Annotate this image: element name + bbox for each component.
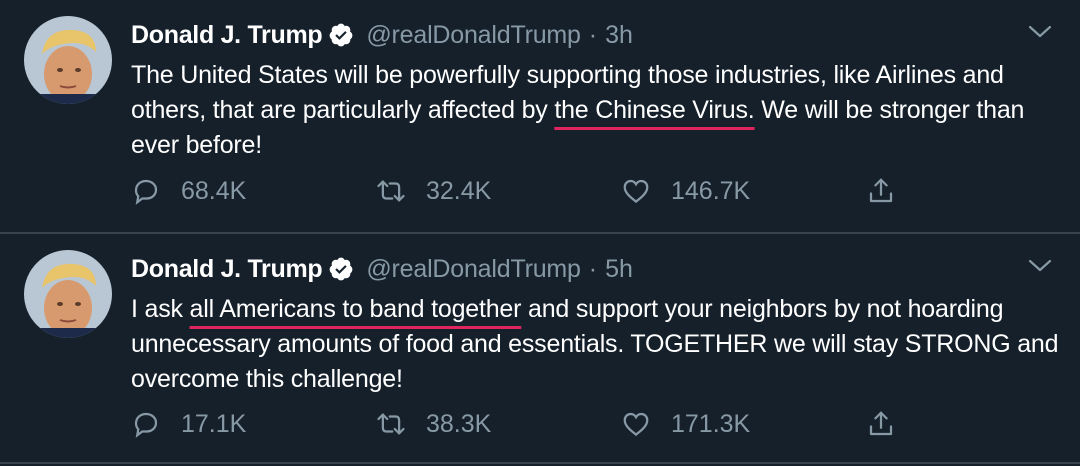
like-button[interactable]: 146.7K: [621, 176, 866, 206]
reply-count: 68.4K: [181, 176, 247, 205]
retweet-icon: [377, 413, 405, 435]
like-count: 146.7K: [671, 176, 751, 205]
tweet-actions: 68.4K 32.4K 146.7K: [131, 176, 916, 206]
separator-dot: ·: [588, 20, 598, 49]
like-count: 171.3K: [671, 409, 751, 438]
like-icon: [623, 412, 649, 437]
reply-icon: [134, 412, 158, 438]
share-button[interactable]: [866, 176, 916, 206]
chevron-down-icon[interactable]: [1028, 22, 1052, 42]
tweet[interactable]: Donald J. Trump @realDonaldTrump · 5h I …: [0, 234, 1080, 464]
retweet-icon: [377, 180, 405, 202]
like-icon: [623, 179, 649, 204]
share-icon: [869, 178, 893, 203]
avatar[interactable]: [24, 16, 112, 104]
timestamp[interactable]: 5h: [605, 255, 633, 284]
retweet-count: 38.3K: [426, 409, 492, 438]
author-handle[interactable]: @realDonaldTrump: [366, 21, 581, 50]
verified-badge-icon: [329, 23, 353, 47]
author-name[interactable]: Donald J. Trump: [131, 255, 323, 284]
share-button[interactable]: [866, 409, 916, 439]
reply-button[interactable]: 17.1K: [131, 409, 376, 439]
timestamp[interactable]: 3h: [605, 21, 633, 50]
retweet-button[interactable]: 38.3K: [376, 409, 621, 439]
verified-badge-icon: [329, 257, 353, 281]
separator-dot: ·: [588, 254, 598, 283]
underlined-phrase: all Americans to band together: [189, 295, 522, 323]
author-name[interactable]: Donald J. Trump: [131, 21, 323, 50]
tweet-text: The United States will be powerfully sup…: [131, 58, 1061, 163]
retweet-button[interactable]: 32.4K: [376, 176, 621, 206]
retweet-count: 32.4K: [426, 176, 492, 205]
underlined-phrase: the Chinese Virus.: [554, 96, 755, 124]
tweet-text-part: I ask: [131, 295, 190, 323]
like-button[interactable]: 171.3K: [621, 409, 866, 439]
reply-icon: [134, 179, 158, 205]
chevron-down-icon[interactable]: [1028, 256, 1052, 276]
reply-count: 17.1K: [181, 409, 247, 438]
avatar[interactable]: [24, 250, 112, 338]
share-icon: [869, 411, 893, 436]
tweet[interactable]: Donald J. Trump @realDonaldTrump · 3h Th…: [0, 0, 1080, 234]
reply-button[interactable]: 68.4K: [131, 176, 376, 206]
tweet-text: I ask all Americans to band together and…: [131, 292, 1061, 397]
tweet-actions: 17.1K 38.3K 171.3K: [131, 409, 916, 439]
author-handle[interactable]: @realDonaldTrump: [366, 255, 581, 284]
